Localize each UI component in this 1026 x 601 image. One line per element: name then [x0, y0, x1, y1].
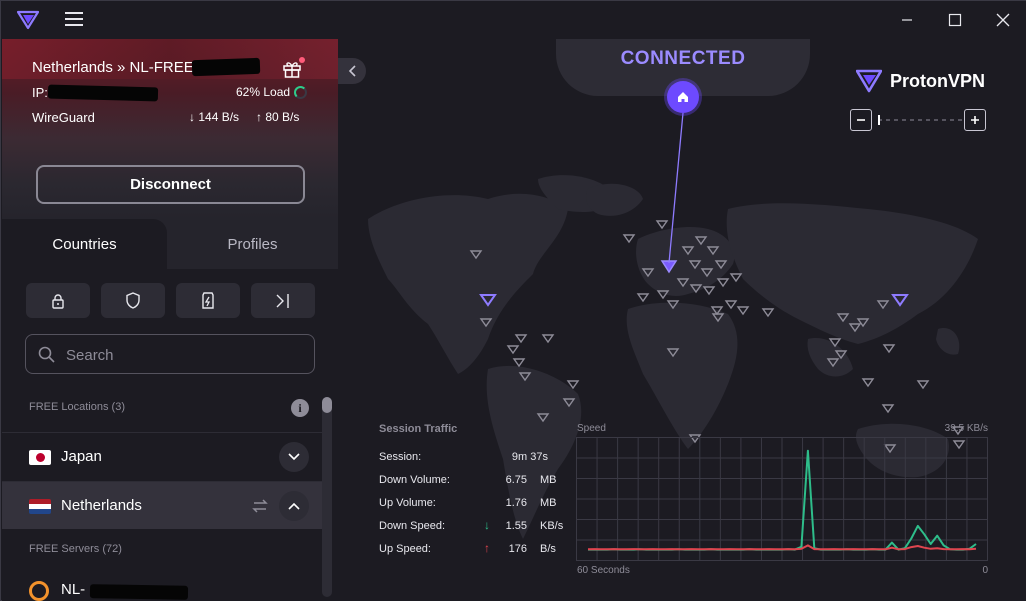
- zoom-out-button[interactable]: [850, 109, 872, 131]
- down-arrow-icon: ↓: [484, 518, 490, 532]
- up-speed-unit: B/s: [540, 543, 556, 555]
- tab-profiles[interactable]: Profiles: [167, 219, 338, 269]
- info-icon[interactable]: i: [291, 399, 309, 417]
- session-traffic-title: Session Traffic: [379, 423, 458, 435]
- protonvpn-logo-icon: [856, 69, 882, 93]
- chevron-down-icon: [288, 453, 300, 461]
- plus-icon: [971, 116, 979, 124]
- session-value: 9m 37s: [511, 451, 548, 463]
- gift-button[interactable]: [282, 57, 305, 79]
- down-speed-unit: KB/s: [540, 520, 564, 532]
- up-volume-label: Up Volume:: [379, 497, 436, 509]
- p2p-icon: [202, 292, 214, 309]
- close-icon: [996, 13, 1010, 27]
- zoom-slider-handle[interactable]: [878, 115, 880, 125]
- collapse-sidebar-button[interactable]: [338, 58, 366, 84]
- down-speed-label: Down Speed:: [379, 520, 446, 532]
- redaction-mark: [89, 584, 189, 600]
- server-name[interactable]: NL-: [61, 581, 85, 598]
- chart-title: Speed: [577, 423, 606, 434]
- lock-icon: [52, 293, 64, 309]
- maximize-icon: [948, 13, 962, 27]
- notification-dot: [299, 57, 305, 63]
- arrow-to-bar-icon: [276, 293, 289, 308]
- session-label: Session:: [379, 451, 422, 463]
- connection-status: CONNECTED: [620, 48, 746, 69]
- countries-panel: FREE Locations (3) i Japan Netherlands: [2, 269, 338, 601]
- filter-netshield-button[interactable]: [101, 283, 165, 318]
- scrollbar-thumb[interactable]: [322, 397, 332, 413]
- brand-name: ProtonVPN: [890, 70, 986, 91]
- filter-tor-button[interactable]: [251, 283, 315, 318]
- close-button[interactable]: [979, 1, 1026, 39]
- app-window: Netherlands » NL-FREE# IP: 62% Load Wire…: [0, 0, 1026, 601]
- protocol-label: WireGuard: [32, 110, 95, 125]
- country-row-japan[interactable]: Japan: [2, 432, 322, 480]
- sidebar: Netherlands » NL-FREE# IP: 62% Load Wire…: [2, 39, 338, 601]
- ip-label: IP:: [32, 85, 48, 100]
- down-speed-value: 1.55: [505, 520, 527, 532]
- search-input[interactable]: [66, 343, 296, 367]
- down-volume-value: 6.75: [505, 474, 527, 486]
- up-volume-value: 1.76: [505, 497, 527, 509]
- chart-x-left-label: 60 Seconds: [577, 565, 630, 576]
- free-locations-label: FREE Locations (3): [29, 401, 125, 413]
- protonvpn-logo-icon: [17, 10, 39, 30]
- minimize-icon: [902, 19, 912, 21]
- scrollbar-track[interactable]: [322, 397, 332, 597]
- zoom-in-button[interactable]: [964, 109, 986, 131]
- upload-rate-value: 80 B/s: [265, 110, 300, 124]
- expand-button[interactable]: [279, 442, 309, 472]
- country-row-netherlands[interactable]: Netherlands: [2, 481, 322, 529]
- minus-icon: [857, 119, 865, 121]
- country-name: Japan: [61, 448, 102, 465]
- sidebar-tabs: Countries Profiles: [2, 219, 338, 269]
- up-arrow-icon: ↑: [484, 541, 490, 555]
- filter-secure-core-button[interactable]: [26, 283, 90, 318]
- connection-header: Netherlands » NL-FREE# IP: 62% Load Wire…: [2, 39, 338, 219]
- down-volume-unit: MB: [540, 474, 557, 486]
- home-location-pin[interactable]: [667, 81, 699, 113]
- brand-logo: ProtonVPN: [856, 69, 985, 93]
- redaction-mark: [191, 57, 261, 77]
- download-rate-value: 144 B/s: [198, 110, 240, 124]
- disconnect-button[interactable]: Disconnect: [36, 165, 305, 204]
- chevron-up-icon: [288, 502, 300, 510]
- shield-icon: [126, 292, 140, 309]
- up-volume-unit: MB: [540, 497, 557, 509]
- japan-flag-icon: [29, 450, 51, 465]
- up-speed-value: 176: [508, 543, 527, 555]
- up-speed-label: Up Speed:: [379, 543, 431, 555]
- swap-arrows-icon: [252, 499, 268, 513]
- connected-server-name: Netherlands » NL-FREE#: [32, 59, 203, 76]
- server-load-ring-icon: [29, 581, 49, 601]
- chevron-left-icon: [348, 65, 356, 77]
- upload-rate: ↑ 80 B/s: [256, 110, 300, 124]
- collapse-button[interactable]: [279, 491, 309, 521]
- filter-p2p-button[interactable]: [176, 283, 240, 318]
- tab-countries[interactable]: Countries: [2, 219, 167, 269]
- download-rate: ↓ 144 B/s: [189, 110, 240, 124]
- search-field[interactable]: [25, 334, 315, 374]
- load-ring-icon: [294, 86, 307, 99]
- search-icon: [38, 346, 55, 363]
- redaction-mark: [47, 84, 159, 102]
- chart-x-right-label: 0: [982, 565, 988, 576]
- down-volume-label: Down Volume:: [379, 474, 450, 486]
- server-load: 62% Load: [236, 85, 291, 99]
- country-name: Netherlands: [61, 497, 142, 514]
- title-bar: [1, 1, 1026, 39]
- hamburger-menu-icon[interactable]: [65, 12, 83, 28]
- home-icon: [678, 92, 688, 102]
- minimize-button[interactable]: [883, 1, 931, 39]
- speed-chart: [576, 437, 988, 561]
- zoom-slider[interactable]: [878, 119, 964, 121]
- netherlands-flag-icon: [29, 499, 51, 514]
- chart-max-label: 39.5 KB/s: [944, 423, 988, 434]
- free-servers-label: FREE Servers (72): [29, 543, 122, 555]
- maximize-button[interactable]: [931, 1, 979, 39]
